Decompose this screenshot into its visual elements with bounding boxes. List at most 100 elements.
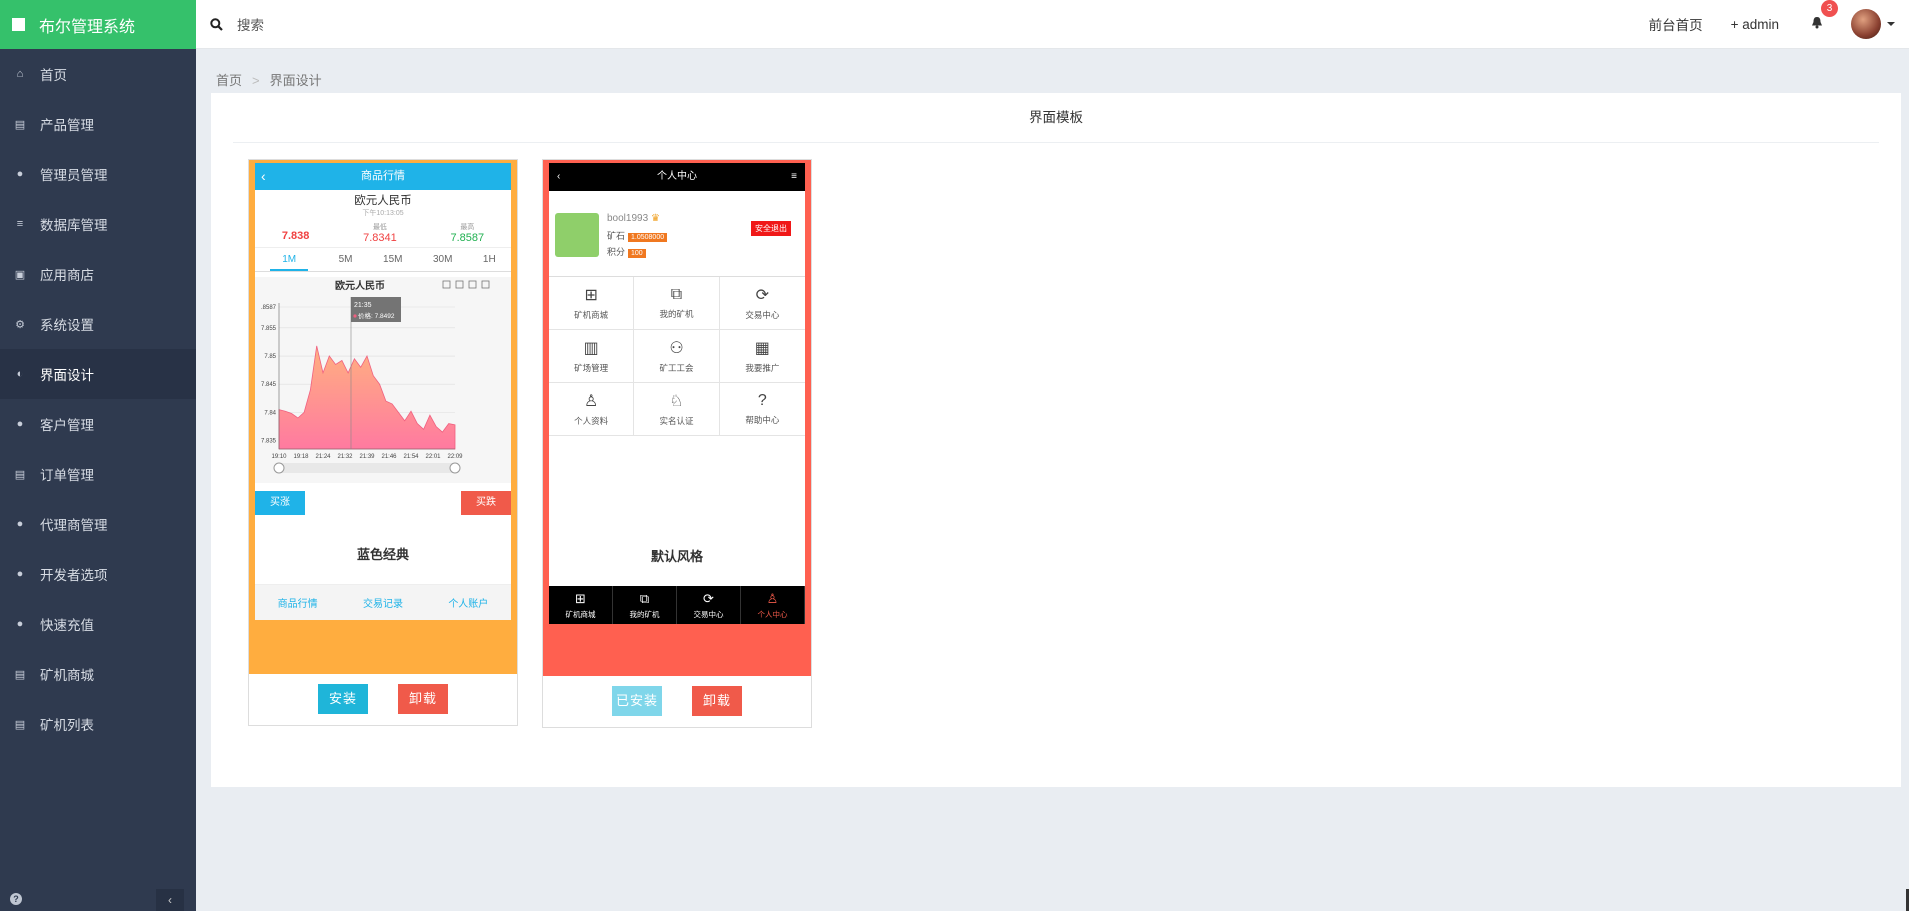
feature-item: ⊞ 矿机商城 <box>549 277 635 330</box>
price-row: 7.838 最低 7.8341 最高 7.8587 <box>255 218 511 248</box>
help-icon[interactable]: ? <box>10 893 22 905</box>
sidebar-item[interactable]: ▣ 应用商店 <box>0 249 196 299</box>
mine-label: 矿石 <box>607 231 626 241</box>
sidebar-item-label: 数据库管理 <box>40 218 108 233</box>
database-icon: ≡ <box>16 218 24 230</box>
score-value: 100 <box>628 249 646 258</box>
sidebar-item[interactable]: ● 开发者选项 <box>0 549 196 599</box>
sidebar-item-label: 矿机列表 <box>40 718 94 733</box>
username: bool1993 <box>607 213 649 224</box>
high-label: 最高 <box>460 223 475 231</box>
tooltip-price: 价格: 7.8492 <box>358 311 395 320</box>
sidebar-item-label: 界面设计 <box>40 368 94 383</box>
buy-up-button: 买涨 <box>255 491 305 515</box>
refresh-icon <box>468 280 477 289</box>
sidebar-item-label: 客户管理 <box>40 418 94 433</box>
avatar[interactable] <box>1851 9 1881 39</box>
template-preview: ‹ 个人中心 ≡ bool1993 ♛ 矿石 1.0508000 积分 100 安全退出… <box>543 160 811 676</box>
breadcrumb-home[interactable]: 首页 <box>216 73 242 88</box>
sidebar-item-label: 应用商店 <box>40 268 94 283</box>
collapse-sidebar-button[interactable]: ‹ <box>156 889 184 911</box>
topbar: 搜索 前台首页 + admin 3 <box>196 0 1909 49</box>
user-secret-icon: ● <box>16 568 24 580</box>
sidebar-item-label: 订单管理 <box>40 468 94 483</box>
interval-tab: 1H <box>482 254 496 265</box>
logout-button: 安全退出 <box>751 221 791 236</box>
low-label: 最低 <box>372 223 387 231</box>
search[interactable]: 搜索 <box>210 14 264 34</box>
feature-label: 交易中心 <box>745 310 780 320</box>
templates-panel: 界面模板 ‹ 商品行情 欧元人民币 下午10:13:05 7.838 最低 7.83… <box>211 93 1901 787</box>
brand-title: 布尔管理系统 <box>39 18 136 36</box>
symbol-name: 欧元人民币 <box>354 195 412 207</box>
template-preview: ‹ 商品行情 欧元人民币 下午10:13:05 7.838 最低 7.8341 最高… <box>249 160 517 674</box>
qrcode-icon: ▦ <box>754 340 770 357</box>
help-icon: ? <box>757 392 767 409</box>
breadcrumb: 首页 > 界面设计 <box>216 70 322 89</box>
search-icon <box>210 17 223 31</box>
x-tick-label: 21:39 <box>359 454 375 460</box>
uninstall-button[interactable]: 卸载 <box>692 685 742 716</box>
exchange-icon: ⟳ <box>703 590 714 606</box>
sidebar-item[interactable]: ⚙ 系统设置 <box>0 299 196 349</box>
phone-header: ‹ 商品行情 <box>255 163 511 190</box>
tabbar-label: 个人中心 <box>757 609 788 619</box>
sidebar-nav: ⌂ 首页 ▤ 产品管理 ● 管理员管理 ≡ 数据库管理 ▣ 应用商店 ⚙ 系统设置 ◐ 界面设计 ● 客户管理… <box>0 49 196 749</box>
feature-label: 我要推广 <box>745 363 780 373</box>
user-add-icon: ♙ <box>583 393 599 410</box>
score-label: 积分 <box>607 247 626 257</box>
feature-label: 矿工工会 <box>659 363 694 373</box>
sidebar-item[interactable]: ▤ 订单管理 <box>0 449 196 499</box>
uninstall-button[interactable]: 卸载 <box>398 683 448 714</box>
brand[interactable]: 布尔管理系统 <box>0 0 196 49</box>
sidebar-item[interactable]: ● 客户管理 <box>0 399 196 449</box>
sidebar-item[interactable]: ▤ 产品管理 <box>0 99 196 149</box>
sidebar-item-label: 代理商管理 <box>40 518 108 533</box>
chevron-down-icon[interactable] <box>1887 22 1895 26</box>
admin-menu[interactable]: + admin <box>1731 17 1779 32</box>
download-icon <box>481 280 490 289</box>
sidebar-item[interactable]: ◐ 界面设计 <box>0 349 196 399</box>
search-input[interactable]: 搜索 <box>237 14 264 34</box>
user-icon: ● <box>16 618 24 630</box>
feature-item: ⟳ 交易中心 <box>719 277 805 330</box>
feature-label: 帮助中心 <box>745 415 780 425</box>
sidebar-item-label: 管理员管理 <box>40 168 108 183</box>
back-icon: ‹ <box>261 168 266 184</box>
phone-nav-item: 商品行情 <box>277 599 318 610</box>
shopping-bag-icon: ▣ <box>14 268 26 281</box>
quote-time: 下午10:13:05 <box>362 210 404 217</box>
sidebar-item[interactable]: ▤ 矿机列表 <box>0 699 196 749</box>
x-tick-label: 21:54 <box>403 454 419 460</box>
price-area <box>278 345 456 450</box>
install-button[interactable]: 安装 <box>318 683 368 714</box>
feature-label: 我的矿机 <box>659 309 694 319</box>
breadcrumb-separator: > <box>252 73 260 88</box>
sidebar-item[interactable]: ⌂ 首页 <box>0 49 196 99</box>
sidebar-item-label: 矿机商城 <box>40 668 94 683</box>
feature-item: ▦ 我要推广 <box>719 330 805 383</box>
frontend-home-link[interactable]: 前台首页 <box>1649 14 1703 34</box>
x-tick-label: 21:24 <box>315 454 331 460</box>
high-price: 7.8587 <box>450 231 485 244</box>
back-icon: ‹ <box>557 171 561 182</box>
notifications-button[interactable]: 3 <box>1811 0 1838 32</box>
sidebar-item[interactable]: ● 快速充值 <box>0 599 196 649</box>
sidebar-item[interactable]: ● 代理商管理 <box>0 499 196 549</box>
chart-title: 欧元人民币 <box>335 279 385 292</box>
x-tick-label: 22:01 <box>425 454 441 460</box>
current-price: 7.838 <box>281 230 310 242</box>
sidebar-item[interactable]: ≡ 数据库管理 <box>0 199 196 249</box>
machine-icon: ⧉ <box>639 590 650 606</box>
phone-header-title: 商品行情 <box>361 170 405 182</box>
sidebar-item[interactable]: ● 管理员管理 <box>0 149 196 199</box>
sidebar-item-label: 系统设置 <box>40 318 94 333</box>
template-card-blue-classic: ‹ 商品行情 欧元人民币 下午10:13:05 7.838 最低 7.8341 最高… <box>248 159 518 726</box>
installed-button[interactable]: 已安装 <box>612 685 662 716</box>
y-tick-label: 7.845 <box>261 382 277 388</box>
interval-tab: 30M <box>432 254 453 265</box>
user-icon: ● <box>16 418 24 430</box>
feature-label: 个人资料 <box>574 416 609 426</box>
sidebar-item[interactable]: ▤ 矿机商城 <box>0 649 196 699</box>
tabbar-item: ⟳ 交易中心 <box>677 586 741 624</box>
